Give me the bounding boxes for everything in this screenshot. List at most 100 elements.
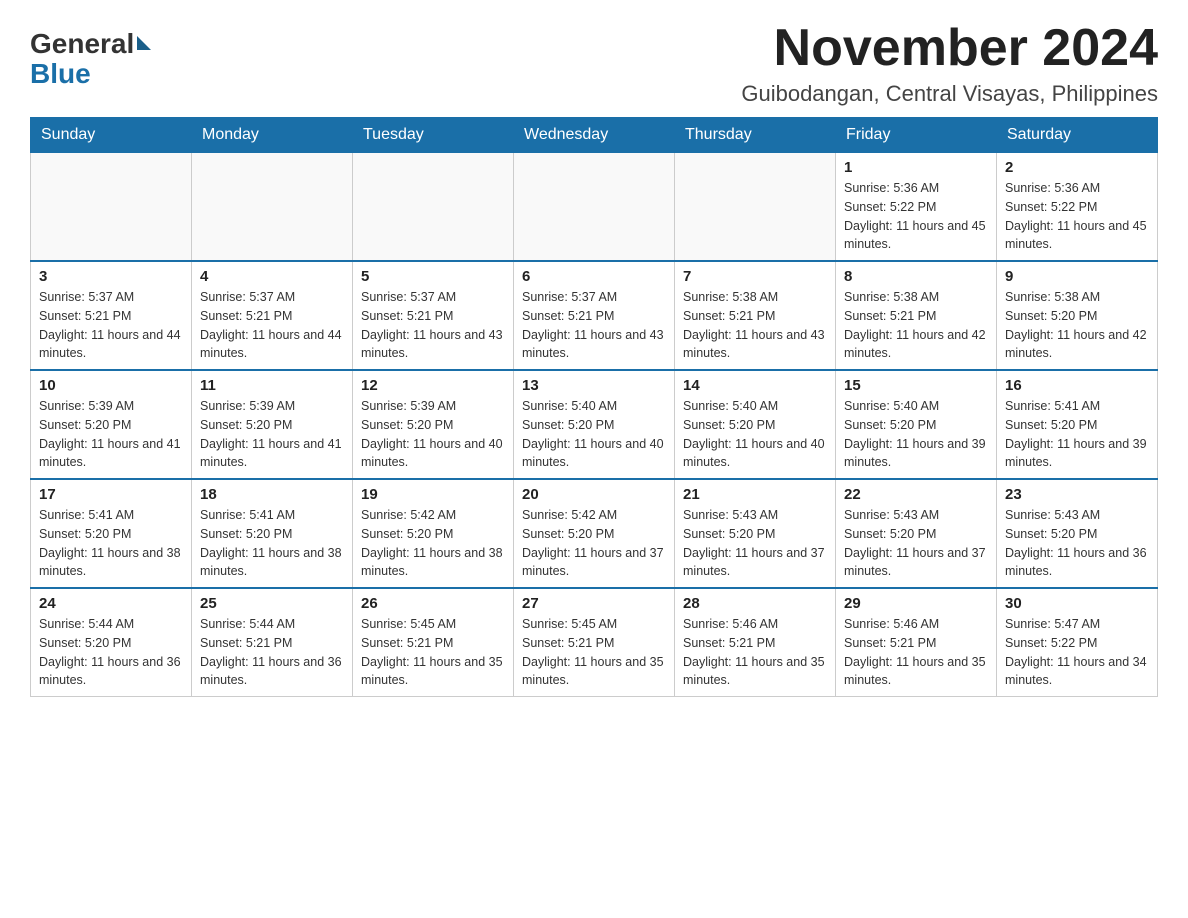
day-info: Sunrise: 5:39 AMSunset: 5:20 PMDaylight:… (200, 397, 344, 472)
table-row: 27 Sunrise: 5:45 AMSunset: 5:21 PMDayligh… (514, 588, 675, 697)
table-row: 30Sunrise: 5:47 AMSunset: 5:22 PMDayligh… (997, 588, 1158, 697)
logo-general-text: General (30, 30, 134, 58)
day-info: Sunrise: 5:43 AMSunset: 5:20 PMDaylight:… (1005, 506, 1149, 581)
day-number: 27 (522, 595, 666, 612)
day-number: 23 (1005, 486, 1149, 503)
table-row: 1Sunrise: 5:36 AMSunset: 5:22 PMDaylight… (836, 153, 997, 262)
day-info: Sunrise: 5:44 AMSunset: 5:21 PMDaylight:… (200, 615, 344, 690)
day-info: Sunrise: 5:36 AMSunset: 5:22 PMDaylight:… (844, 179, 988, 254)
table-row: 12 Sunrise: 5:39 AMSunset: 5:20 PMDayligh… (353, 370, 514, 479)
table-row (675, 153, 836, 262)
day-info: Sunrise: 5:37 AMSunset: 5:21 PMDaylight:… (39, 288, 183, 363)
day-number: 29 (844, 595, 988, 612)
calendar-week-row: 17 Sunrise: 5:41 AMSunset: 5:20 PMDayligh… (31, 479, 1158, 588)
table-row: 28 Sunrise: 5:46 AMSunset: 5:21 PMDayligh… (675, 588, 836, 697)
table-row: 26 Sunrise: 5:45 AMSunset: 5:21 PMDayligh… (353, 588, 514, 697)
table-row: 24 Sunrise: 5:44 AMSunset: 5:20 PMDayligh… (31, 588, 192, 697)
day-info: Sunrise: 5:45 AMSunset: 5:21 PMDaylight:… (522, 615, 666, 690)
day-number: 26 (361, 595, 505, 612)
day-info: Sunrise: 5:37 AMSunset: 5:21 PMDaylight:… (522, 288, 666, 363)
day-info: Sunrise: 5:37 AMSunset: 5:21 PMDaylight:… (200, 288, 344, 363)
day-info: Sunrise: 5:41 AMSunset: 5:20 PMDaylight:… (200, 506, 344, 581)
day-info: Sunrise: 5:40 AMSunset: 5:20 PMDaylight:… (522, 397, 666, 472)
day-info: Sunrise: 5:38 AMSunset: 5:20 PMDaylight:… (1005, 288, 1149, 363)
day-info: Sunrise: 5:39 AMSunset: 5:20 PMDaylight:… (361, 397, 505, 472)
table-row: 29 Sunrise: 5:46 AMSunset: 5:21 PMDayligh… (836, 588, 997, 697)
day-number: 2 (1005, 159, 1149, 176)
day-number: 20 (522, 486, 666, 503)
table-row: 4 Sunrise: 5:37 AMSunset: 5:21 PMDaylight… (192, 261, 353, 370)
calendar-week-row: 24 Sunrise: 5:44 AMSunset: 5:20 PMDayligh… (31, 588, 1158, 697)
day-number: 21 (683, 486, 827, 503)
day-number: 10 (39, 377, 183, 394)
calendar-week-row: 1Sunrise: 5:36 AMSunset: 5:22 PMDaylight… (31, 153, 1158, 262)
day-number: 25 (200, 595, 344, 612)
day-info: Sunrise: 5:43 AMSunset: 5:20 PMDaylight:… (844, 506, 988, 581)
logo: General Blue (30, 20, 151, 90)
table-row: 2 Sunrise: 5:36 AMSunset: 5:22 PMDaylight… (997, 153, 1158, 262)
day-number: 19 (361, 486, 505, 503)
table-row: 20 Sunrise: 5:42 AMSunset: 5:20 PMDayligh… (514, 479, 675, 588)
month-year-title: November 2024 (741, 20, 1158, 77)
day-info: Sunrise: 5:38 AMSunset: 5:21 PMDaylight:… (844, 288, 988, 363)
header-sunday: Sunday (31, 118, 192, 153)
table-row: 17Sunrise: 5:41 AMSunset: 5:20 PMDayligh… (31, 479, 192, 588)
day-info: Sunrise: 5:36 AMSunset: 5:22 PMDaylight:… (1005, 179, 1149, 254)
day-info: Sunrise: 5:37 AMSunset: 5:21 PMDaylight:… (361, 288, 505, 363)
day-number: 4 (200, 268, 344, 285)
logo-blue-text: Blue (30, 58, 91, 90)
day-info: Sunrise: 5:42 AMSunset: 5:20 PMDaylight:… (361, 506, 505, 581)
header-friday: Friday (836, 118, 997, 153)
day-number: 7 (683, 268, 827, 285)
table-row: 5 Sunrise: 5:37 AMSunset: 5:21 PMDaylight… (353, 261, 514, 370)
location-subtitle: Guibodangan, Central Visayas, Philippine… (741, 81, 1158, 107)
table-row: 7Sunrise: 5:38 AMSunset: 5:21 PMDaylight… (675, 261, 836, 370)
day-number: 5 (361, 268, 505, 285)
day-number: 22 (844, 486, 988, 503)
calendar-header-row: Sunday Monday Tuesday Wednesday Thursday… (31, 118, 1158, 153)
day-number: 3 (39, 268, 183, 285)
day-info: Sunrise: 5:42 AMSunset: 5:20 PMDaylight:… (522, 506, 666, 581)
day-info: Sunrise: 5:41 AMSunset: 5:20 PMDaylight:… (1005, 397, 1149, 472)
day-number: 24 (39, 595, 183, 612)
day-number: 11 (200, 377, 344, 394)
day-info: Sunrise: 5:39 AMSunset: 5:20 PMDaylight:… (39, 397, 183, 472)
day-info: Sunrise: 5:44 AMSunset: 5:20 PMDaylight:… (39, 615, 183, 690)
day-number: 15 (844, 377, 988, 394)
day-number: 8 (844, 268, 988, 285)
table-row: 19 Sunrise: 5:42 AMSunset: 5:20 PMDayligh… (353, 479, 514, 588)
table-row: 6 Sunrise: 5:37 AMSunset: 5:21 PMDaylight… (514, 261, 675, 370)
day-info: Sunrise: 5:43 AMSunset: 5:20 PMDaylight:… (683, 506, 827, 581)
day-number: 6 (522, 268, 666, 285)
day-number: 12 (361, 377, 505, 394)
day-number: 18 (200, 486, 344, 503)
table-row: 13 Sunrise: 5:40 AMSunset: 5:20 PMDayligh… (514, 370, 675, 479)
day-number: 13 (522, 377, 666, 394)
day-number: 16 (1005, 377, 1149, 394)
table-row (353, 153, 514, 262)
day-number: 17 (39, 486, 183, 503)
table-row: 9 Sunrise: 5:38 AMSunset: 5:20 PMDaylight… (997, 261, 1158, 370)
table-row: 15 Sunrise: 5:40 AMSunset: 5:20 PMDayligh… (836, 370, 997, 479)
day-info: Sunrise: 5:45 AMSunset: 5:21 PMDaylight:… (361, 615, 505, 690)
day-number: 14 (683, 377, 827, 394)
day-info: Sunrise: 5:40 AMSunset: 5:20 PMDaylight:… (683, 397, 827, 472)
header-saturday: Saturday (997, 118, 1158, 153)
day-info: Sunrise: 5:46 AMSunset: 5:21 PMDaylight:… (844, 615, 988, 690)
calendar-table: Sunday Monday Tuesday Wednesday Thursday… (30, 117, 1158, 697)
header-monday: Monday (192, 118, 353, 153)
header-wednesday: Wednesday (514, 118, 675, 153)
table-row: 10 Sunrise: 5:39 AMSunset: 5:20 PMDayligh… (31, 370, 192, 479)
calendar-week-row: 3 Sunrise: 5:37 AMSunset: 5:21 PMDaylight… (31, 261, 1158, 370)
day-info: Sunrise: 5:46 AMSunset: 5:21 PMDaylight:… (683, 615, 827, 690)
day-number: 28 (683, 595, 827, 612)
day-info: Sunrise: 5:40 AMSunset: 5:20 PMDaylight:… (844, 397, 988, 472)
day-number: 9 (1005, 268, 1149, 285)
table-row: 16 Sunrise: 5:41 AMSunset: 5:20 PMDayligh… (997, 370, 1158, 479)
day-info: Sunrise: 5:47 AMSunset: 5:22 PMDaylight:… (1005, 615, 1149, 690)
header-thursday: Thursday (675, 118, 836, 153)
page-header: General Blue November 2024 Guibodangan, … (30, 20, 1158, 107)
table-row: 25 Sunrise: 5:44 AMSunset: 5:21 PMDayligh… (192, 588, 353, 697)
table-row (31, 153, 192, 262)
table-row: 23 Sunrise: 5:43 AMSunset: 5:20 PMDayligh… (997, 479, 1158, 588)
